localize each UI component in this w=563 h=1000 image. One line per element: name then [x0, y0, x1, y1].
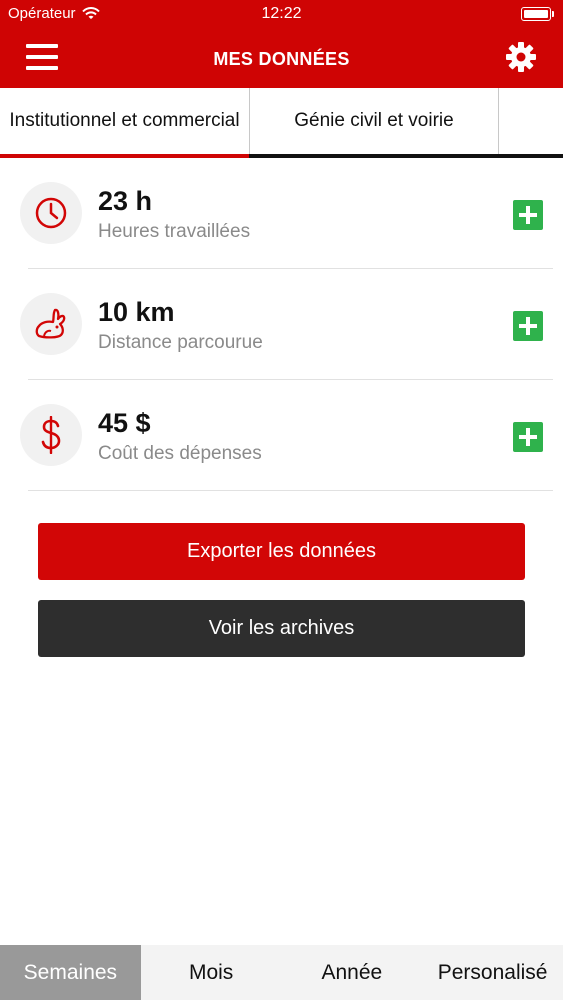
add-hours-button[interactable] [513, 200, 543, 230]
battery-icon [521, 7, 554, 21]
stat-label: Coût des dépenses [98, 443, 262, 464]
period-custom[interactable]: Personalisé [422, 945, 563, 1000]
stat-value: 45 $ [98, 408, 151, 438]
category-tabs: Institutionnel et commercial Génie civil… [0, 88, 563, 158]
stat-row-hours: 23 h Heures travaillées [0, 158, 563, 269]
add-expense-button[interactable] [513, 422, 543, 452]
divider [28, 490, 553, 491]
export-data-button[interactable]: Exporter les données [38, 523, 525, 580]
app-header: Opérateur 12:22 MES DONNÉES [0, 0, 563, 88]
page-title: MES DONNÉES [213, 49, 350, 69]
status-time: 12:22 [261, 5, 302, 22]
gear-icon[interactable] [505, 41, 537, 73]
stat-label: Heures travaillées [98, 221, 251, 242]
tab-label: Génie civil et voirie [294, 110, 454, 131]
stat-label: Distance parcourue [98, 332, 263, 353]
tab-more[interactable] [498, 88, 563, 154]
dollar-icon [20, 404, 82, 466]
period-selector: Semaines Mois Année Personalisé [0, 945, 563, 1000]
tab-genie-civil[interactable]: Génie civil et voirie [249, 88, 498, 154]
period-months[interactable]: Mois [141, 945, 282, 1000]
clock-icon [20, 182, 82, 244]
rabbit-icon [20, 293, 82, 355]
stat-row-expenses: 45 $ Coût des dépenses [0, 380, 563, 491]
tab-institutionnel[interactable]: Institutionnel et commercial [0, 88, 249, 158]
view-archives-button[interactable]: Voir les archives [38, 600, 525, 657]
add-distance-button[interactable] [513, 311, 543, 341]
period-weeks[interactable]: Semaines [0, 945, 141, 1000]
stat-value: 10 km [98, 297, 175, 327]
stat-row-distance: 10 km Distance parcourue [0, 269, 563, 380]
tab-label: Institutionnel et commercial [9, 110, 240, 131]
stat-value: 23 h [98, 186, 153, 216]
period-year[interactable]: Année [282, 945, 423, 1000]
